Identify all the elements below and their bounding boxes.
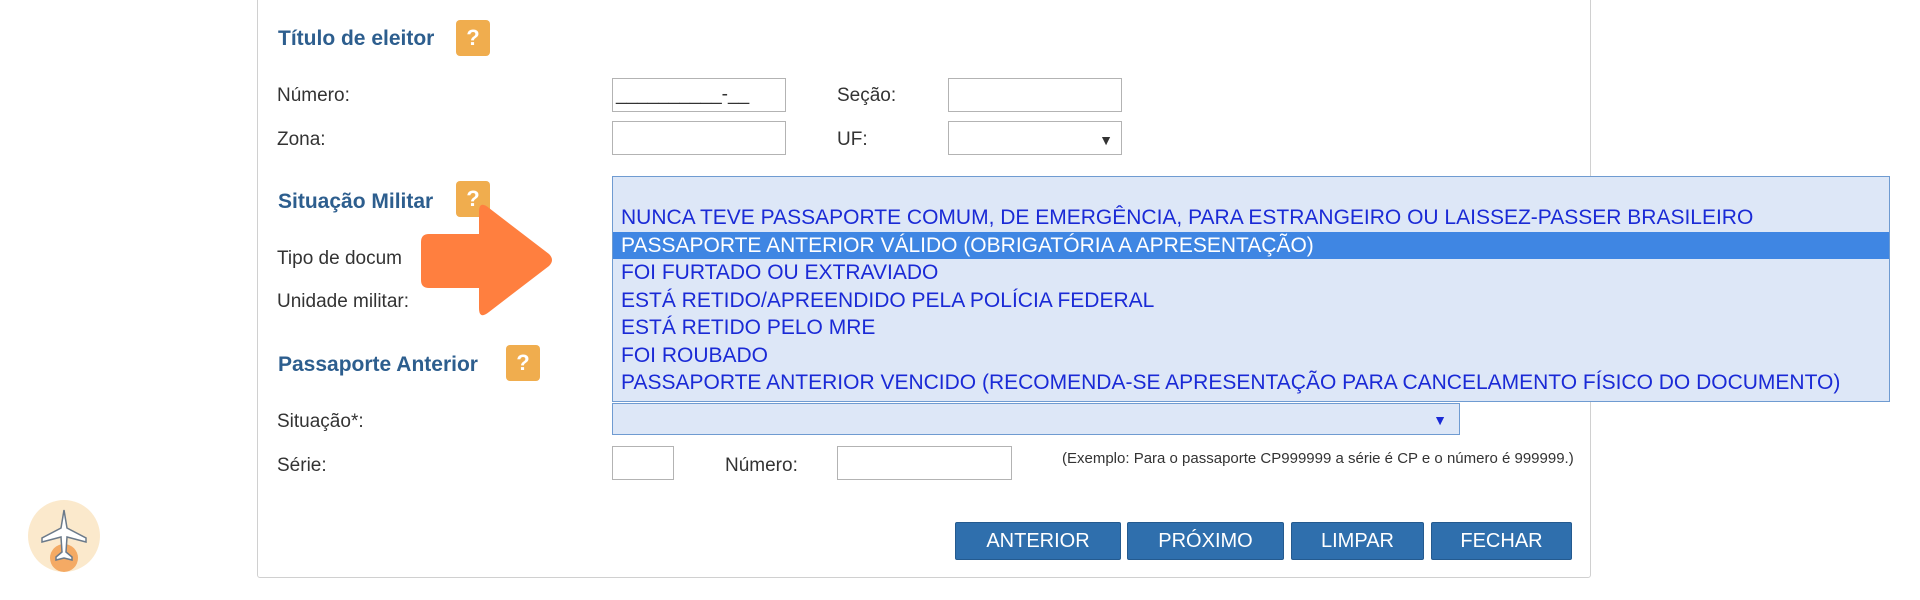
serie-input[interactable] [612, 446, 674, 480]
chevron-down-icon: ▼ [1433, 412, 1447, 428]
numero-label: Número: [277, 85, 350, 106]
passaporte-hint: (Exemplo: Para o passaporte CP999999 a s… [1062, 450, 1574, 467]
chevron-down-icon: ▼ [1099, 132, 1113, 148]
secao-label: Seção: [837, 85, 897, 106]
serie-label: Série: [277, 455, 327, 476]
proximo-button[interactable]: PRÓXIMO [1127, 522, 1284, 560]
dropdown-option[interactable]: NUNCA TEVE PASSAPORTE COMUM, DE EMERGÊNC… [621, 204, 1753, 231]
section-title-passaporte-anterior: Passaporte Anterior [278, 353, 478, 376]
uf-label: UF: [837, 129, 868, 150]
passaporte-numero-label: Número: [725, 455, 798, 476]
anterior-button[interactable]: ANTERIOR [955, 522, 1121, 560]
dropdown-option[interactable]: FOI FURTADO OU EXTRAVIADO [621, 259, 938, 286]
titulo-numero-input[interactable]: __________-__ [612, 78, 786, 112]
secao-input[interactable] [948, 78, 1122, 112]
limpar-button[interactable]: LIMPAR [1291, 522, 1424, 560]
dropdown-option[interactable]: FOI ROUBADO [621, 342, 768, 369]
zona-label: Zona: [277, 129, 326, 150]
dropdown-option[interactable]: ESTÁ RETIDO PELO MRE [621, 314, 875, 341]
section-title-situacao-militar: Situação Militar [278, 190, 434, 213]
unidade-militar-label: Unidade militar: [277, 291, 409, 312]
tipo-documento-label: Tipo de docum [277, 248, 402, 269]
dropdown-option[interactable]: ESTÁ RETIDO/APREENDIDO PELA POLÍCIA FEDE… [621, 287, 1154, 314]
zona-input[interactable] [612, 121, 786, 155]
situacao-label: Situação*: [277, 411, 364, 432]
dropdown-option-highlighted[interactable]: PASSAPORTE ANTERIOR VÁLIDO (OBRIGATÓRIA … [613, 232, 1889, 259]
help-icon-titulo-eleitor[interactable]: ? [456, 20, 490, 56]
passaporte-numero-input[interactable] [837, 446, 1012, 480]
airplane-icon [28, 500, 100, 572]
fechar-button[interactable]: FECHAR [1431, 522, 1572, 560]
help-icon-passaporte-anterior[interactable]: ? [506, 345, 540, 381]
uf-select[interactable]: ▼ [948, 121, 1122, 155]
dropdown-option[interactable]: PASSAPORTE ANTERIOR VENCIDO (RECOMENDA-S… [621, 369, 1840, 396]
arrow-right-icon [421, 204, 552, 316]
section-title-titulo-eleitor: Título de eleitor [278, 27, 435, 50]
situacao-select[interactable]: ▼ [612, 403, 1460, 435]
situacao-dropdown-list[interactable]: NUNCA TEVE PASSAPORTE COMUM, DE EMERGÊNC… [612, 176, 1890, 402]
